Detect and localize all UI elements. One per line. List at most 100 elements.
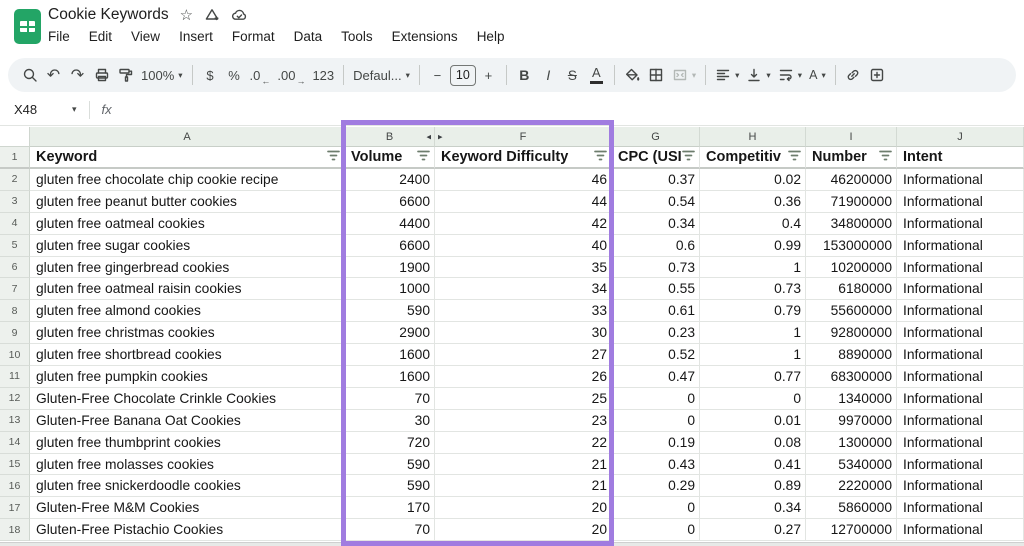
cell-number[interactable]: 6180000 — [806, 278, 897, 301]
cell-intent[interactable]: Informational — [897, 322, 1024, 345]
cell-keyword[interactable]: Gluten-Free Pistachio Cookies — [30, 519, 345, 542]
cell-keyword[interactable]: Gluten-Free Chocolate Crinkle Cookies — [30, 387, 345, 410]
cell-keyword[interactable]: gluten free molasses cookies — [30, 453, 345, 476]
insert-link-icon[interactable] — [842, 62, 865, 88]
cell-keyword-difficulty[interactable]: 27 — [435, 344, 612, 367]
cell-keyword-difficulty[interactable]: 34 — [435, 278, 612, 301]
cell-keyword[interactable]: gluten free chocolate chip cookie recipe — [30, 169, 345, 191]
cell-keyword-difficulty[interactable]: 35 — [435, 256, 612, 279]
cell-keyword-difficulty[interactable]: 21 — [435, 475, 612, 498]
menu-view[interactable]: View — [131, 29, 160, 44]
cell-cpc[interactable]: 0.29 — [612, 475, 700, 498]
menu-extensions[interactable]: Extensions — [392, 29, 458, 44]
row-number[interactable]: 12 — [0, 387, 30, 410]
cell-number[interactable]: 34800000 — [806, 212, 897, 235]
cell-intent[interactable]: Informational — [897, 300, 1024, 323]
row-number[interactable]: 15 — [0, 453, 30, 476]
undo-icon[interactable]: ↶ — [42, 62, 65, 88]
drive-shortcut-icon[interactable] — [204, 7, 220, 23]
cell-volume[interactable]: 4400 — [345, 212, 435, 235]
cell-intent[interactable]: Informational — [897, 409, 1024, 432]
cell-cpc[interactable]: 0.61 — [612, 300, 700, 323]
cell-intent[interactable]: Informational — [897, 234, 1024, 257]
cell-keyword[interactable]: gluten free snickerdoodle cookies — [30, 475, 345, 498]
cell-intent[interactable]: Informational — [897, 256, 1024, 279]
cell-keyword-difficulty[interactable]: 33 — [435, 300, 612, 323]
cell-keyword-difficulty[interactable]: 21 — [435, 453, 612, 476]
cell-keyword[interactable]: Gluten-Free Banana Oat Cookies — [30, 409, 345, 432]
cell-number[interactable]: 68300000 — [806, 366, 897, 388]
cell-cpc[interactable]: 0.55 — [612, 278, 700, 301]
cell-intent[interactable]: Informational — [897, 344, 1024, 367]
cell-number[interactable]: 153000000 — [806, 234, 897, 257]
cell-competition[interactable]: 1 — [700, 256, 806, 279]
cell-cpc[interactable]: 0.73 — [612, 256, 700, 279]
sheets-logo-icon[interactable] — [14, 9, 41, 44]
column-header-b[interactable]: B ◂ — [345, 127, 435, 147]
cell-competition[interactable]: 0.08 — [700, 431, 806, 454]
cell-competition[interactable]: 0 — [700, 387, 806, 410]
cell-volume[interactable]: 1600 — [345, 344, 435, 367]
star-icon[interactable]: ☆ — [180, 8, 193, 23]
header-cell-keyword-difficulty[interactable]: Keyword Difficulty — [435, 147, 612, 169]
strikethrough-button[interactable]: S — [561, 62, 584, 88]
cell-number[interactable]: 5340000 — [806, 453, 897, 476]
cell-intent[interactable]: Informational — [897, 387, 1024, 410]
borders-icon[interactable] — [645, 62, 668, 88]
cell-intent[interactable]: Informational — [897, 366, 1024, 388]
search-icon[interactable] — [18, 62, 41, 88]
text-color-button[interactable]: A — [585, 62, 608, 88]
filter-icon[interactable] — [879, 149, 892, 165]
cell-competition[interactable]: 0.73 — [700, 278, 806, 301]
cell-cpc[interactable]: 0 — [612, 409, 700, 432]
column-header-g[interactable]: G — [612, 127, 700, 147]
font-size-input[interactable]: 10 — [449, 64, 476, 86]
row-number[interactable]: 1 — [0, 147, 30, 169]
print-icon[interactable] — [90, 62, 113, 88]
bold-button[interactable]: B — [513, 62, 536, 88]
row-number[interactable]: 11 — [0, 366, 30, 388]
cell-keyword[interactable]: Gluten-Free M&M Cookies — [30, 497, 345, 520]
text-rotation-icon[interactable]: A ▾ — [806, 62, 829, 88]
cell-cpc[interactable]: 0.19 — [612, 431, 700, 454]
cell-competition[interactable]: 0.99 — [700, 234, 806, 257]
cell-number[interactable]: 1300000 — [806, 431, 897, 454]
row-number[interactable]: 4 — [0, 212, 30, 235]
cell-volume[interactable]: 170 — [345, 497, 435, 520]
row-number[interactable]: 16 — [0, 475, 30, 498]
vertical-align-icon[interactable]: ▾ — [743, 62, 773, 88]
paint-format-icon[interactable] — [114, 62, 137, 88]
row-number[interactable]: 8 — [0, 300, 30, 323]
column-header-a[interactable]: A — [30, 127, 345, 147]
menu-data[interactable]: Data — [294, 29, 323, 44]
cell-volume[interactable]: 590 — [345, 453, 435, 476]
cell-intent[interactable]: Informational — [897, 453, 1024, 476]
header-cell-volume[interactable]: Volume — [345, 147, 435, 169]
cell-keyword[interactable]: gluten free gingerbread cookies — [30, 256, 345, 279]
row-number[interactable]: 5 — [0, 234, 30, 257]
document-title[interactable]: Cookie Keywords — [48, 6, 169, 24]
decrease-font-size-button[interactable]: − — [426, 62, 449, 88]
chevron-down-icon[interactable]: ▾ — [72, 104, 77, 115]
cell-keyword[interactable]: gluten free peanut butter cookies — [30, 190, 345, 213]
cell-keyword-difficulty[interactable]: 22 — [435, 431, 612, 454]
cell-cpc[interactable]: 0.47 — [612, 366, 700, 388]
menu-help[interactable]: Help — [477, 29, 505, 44]
cell-competition[interactable]: 0.89 — [700, 475, 806, 498]
cell-number[interactable]: 55600000 — [806, 300, 897, 323]
filter-icon[interactable] — [417, 149, 430, 165]
cell-competition[interactable]: 0.02 — [700, 169, 806, 191]
percent-format-button[interactable]: % — [223, 62, 246, 88]
row-number[interactable]: 10 — [0, 344, 30, 367]
cell-volume[interactable]: 70 — [345, 387, 435, 410]
cell-volume[interactable]: 720 — [345, 431, 435, 454]
increase-font-size-button[interactable]: + — [477, 62, 500, 88]
cell-number[interactable]: 9970000 — [806, 409, 897, 432]
cell-intent[interactable]: Informational — [897, 475, 1024, 498]
cell-number[interactable]: 92800000 — [806, 322, 897, 345]
row-number[interactable]: 7 — [0, 278, 30, 301]
cell-cpc[interactable]: 0.6 — [612, 234, 700, 257]
cell-intent[interactable]: Informational — [897, 519, 1024, 542]
cell-keyword-difficulty[interactable]: 25 — [435, 387, 612, 410]
menu-format[interactable]: Format — [232, 29, 275, 44]
